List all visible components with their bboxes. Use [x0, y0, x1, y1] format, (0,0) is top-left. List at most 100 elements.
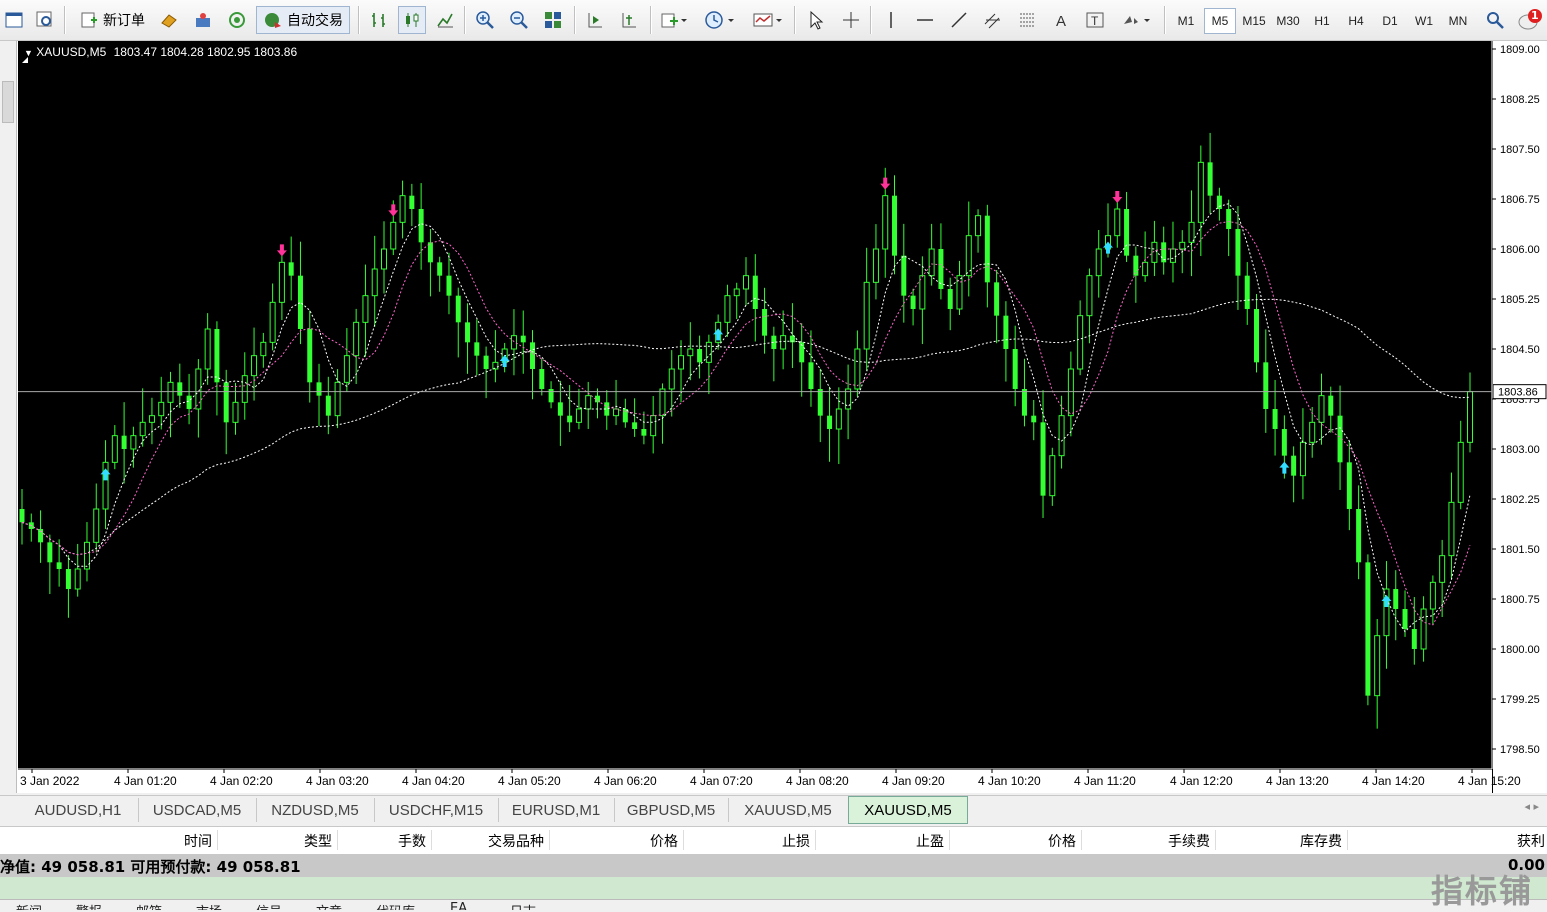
price-chart[interactable]: 1809.00 1808.25 1807.50 1806.75 1806.00 1805.… — [18, 41, 1547, 793]
timeframe-mn[interactable]: MN — [1442, 8, 1474, 34]
timeframe-m30[interactable]: M30 — [1272, 8, 1304, 34]
candle-bear — [697, 349, 703, 363]
column-header-0[interactable]: 时间 — [184, 831, 212, 851]
chart-header: ▼ XAUUSD,M5 1803.47 1804.28 1802.95 1803… — [24, 45, 298, 59]
new-order-button[interactable]: 新订单 — [72, 6, 152, 34]
candle-bull — [353, 321, 360, 357]
time-label: 4 Jan 10:20 — [978, 774, 1041, 788]
gold-icon[interactable] — [156, 6, 182, 34]
bar-chart-icon[interactable] — [366, 6, 392, 34]
candle-bull — [613, 408, 620, 417]
column-header-4[interactable]: 价格 — [650, 831, 678, 851]
candle-bull — [492, 361, 499, 370]
candle-bull — [251, 355, 258, 377]
symbol-info: XAUUSD,M5 — [36, 45, 107, 59]
symbol-tab-4[interactable]: EURUSD,M1 — [498, 798, 615, 822]
price-label: 1801.50 — [1500, 544, 1540, 556]
candle-bear — [19, 509, 25, 523]
cursor-icon[interactable] — [802, 6, 828, 34]
new-order-icon — [81, 12, 97, 28]
candle-bear — [297, 275, 303, 329]
vertical-line-icon[interactable] — [878, 6, 904, 34]
column-header-2[interactable]: 手数 — [398, 831, 426, 851]
auto-scroll-icon[interactable] — [582, 6, 608, 34]
column-header-1[interactable]: 类型 — [304, 831, 332, 851]
text-tool-icon[interactable]: A — [1048, 6, 1074, 34]
arrows-dropdown[interactable] — [1116, 6, 1156, 34]
candle-bull — [975, 215, 982, 237]
candle-bear — [1031, 415, 1037, 423]
symbol-tab-5[interactable]: GBPUSD,M5 — [614, 798, 729, 822]
new-chart-icon[interactable] — [2, 6, 26, 34]
timeframe-d1[interactable]: D1 — [1374, 8, 1406, 34]
trend-line-icon[interactable] — [946, 6, 972, 34]
terminal-header: 时间 类型 手数 交易品种 价格 止损 止盈 价格 手续费 库存费 获利 — [0, 826, 1547, 855]
timeframe-m15[interactable]: M15 — [1238, 8, 1270, 34]
candle-bull — [158, 401, 165, 417]
candle-bull — [687, 348, 694, 357]
candle-bull — [278, 261, 285, 303]
candle-bull — [204, 328, 211, 370]
timeframe-h1[interactable]: H1 — [1306, 8, 1338, 34]
chart-shift-icon[interactable] — [616, 6, 642, 34]
column-header-3[interactable]: 交易品种 — [488, 831, 544, 851]
signals-icon[interactable] — [224, 6, 250, 34]
symbol-tab-2[interactable]: NZDUSD,M5 — [256, 798, 375, 822]
profiles-icon[interactable] — [32, 6, 58, 34]
time-label: 4 Jan 11:20 — [1074, 774, 1136, 788]
symbol-tab-0[interactable]: AUDUSD,H1 — [18, 798, 139, 822]
auto-trading-button[interactable]: 自动交易 — [256, 6, 350, 34]
column-header-9[interactable]: 库存费 — [1300, 831, 1342, 851]
candle-bull — [1049, 455, 1056, 497]
ohlc-values: 1803.47 1804.28 1802.95 1803.86 — [113, 45, 298, 59]
line-chart-icon[interactable] — [432, 6, 458, 34]
column-header-6[interactable]: 止盈 — [916, 831, 944, 851]
channel-icon[interactable] — [980, 6, 1006, 34]
symbol-tab-3[interactable]: USDCHF,M15 — [374, 798, 499, 822]
text-label-icon[interactable]: T — [1082, 6, 1108, 34]
column-header-5[interactable]: 止损 — [782, 831, 810, 851]
column-header-10[interactable]: 获利 — [1517, 831, 1545, 851]
chart-left-scroll[interactable] — [0, 41, 17, 793]
candle-bull — [1114, 208, 1121, 237]
templates-dropdown[interactable] — [748, 6, 788, 34]
fibonacci-icon[interactable] — [1014, 6, 1040, 34]
periods-dropdown[interactable] — [700, 6, 740, 34]
market-watch-icon[interactable] — [190, 6, 216, 34]
notifications-icon[interactable]: 1 — [1516, 6, 1544, 34]
time-label: 4 Jan 03:20 — [306, 774, 369, 788]
candle-bear — [910, 295, 916, 309]
candlestick-chart-icon[interactable] — [398, 6, 426, 34]
tab-scroll-arrows[interactable]: ◂ ▸ — [1524, 800, 1539, 813]
candle-bull — [399, 195, 406, 223]
candle-bull — [1318, 395, 1325, 423]
timeframe-m5[interactable]: M5 — [1204, 8, 1236, 34]
candle-bear — [483, 355, 489, 369]
tile-windows-icon[interactable] — [540, 6, 566, 34]
zoom-out-icon[interactable] — [506, 6, 532, 34]
candle-bull — [668, 368, 675, 390]
candle-bear — [892, 195, 898, 256]
symbol-tab-7[interactable]: XAUUSD,M5 — [848, 796, 968, 824]
symbol-tab-1[interactable]: USDCAD,M5 — [138, 798, 257, 822]
zoom-in-icon[interactable] — [472, 6, 498, 34]
crosshair-icon[interactable] — [838, 6, 864, 34]
candle-bear — [557, 402, 563, 416]
column-header-8[interactable]: 手续费 — [1168, 831, 1210, 851]
timeframe-h4[interactable]: H4 — [1340, 8, 1372, 34]
candle-bear — [752, 275, 758, 309]
balance-row: 净值: 49 058.81 可用预付款: 49 058.81 0.00 — [0, 854, 1547, 877]
column-header-7[interactable]: 价格 — [1048, 831, 1076, 851]
indicators-dropdown[interactable] — [656, 6, 692, 34]
candle-bull — [93, 508, 100, 543]
time-label: 4 Jan 06:20 — [594, 774, 657, 788]
candle-bull — [148, 415, 155, 423]
candle-bear — [632, 422, 638, 429]
search-icon[interactable] — [1482, 6, 1508, 34]
horizontal-line-icon[interactable] — [912, 6, 938, 34]
candle-bull — [863, 281, 870, 350]
timeframe-m1[interactable]: M1 — [1170, 8, 1202, 34]
timeframe-w1[interactable]: W1 — [1408, 8, 1440, 34]
symbol-tab-6[interactable]: XAUUSD,M5 — [728, 798, 849, 822]
time-label: 4 Jan 05:20 — [498, 774, 561, 788]
